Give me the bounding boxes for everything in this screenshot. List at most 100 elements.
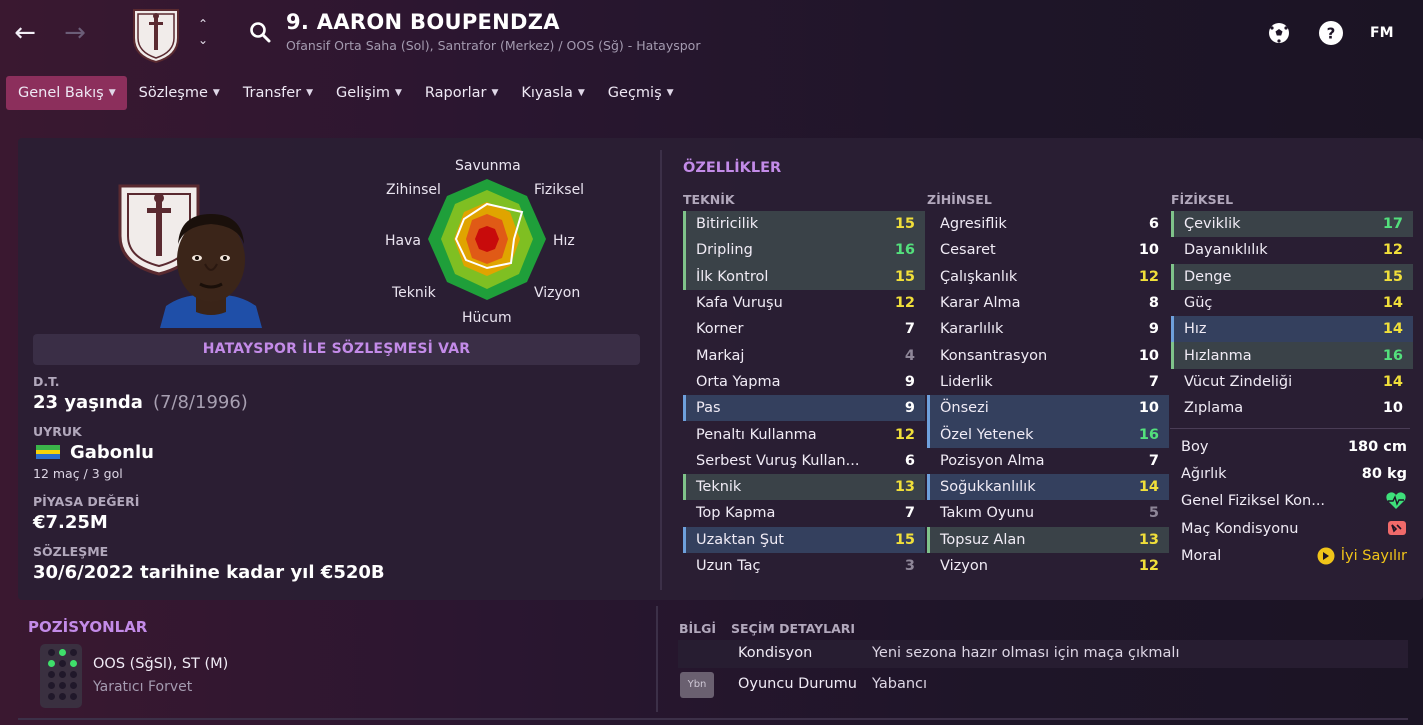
tab-transfer[interactable]: Transfer ▼ [231, 76, 324, 110]
attribute-value: 9 [904, 400, 915, 417]
help-icon[interactable]: ? [1318, 20, 1344, 46]
pitch-position-dot [59, 682, 66, 689]
foreign-badge: Ybn [680, 672, 714, 698]
morale-arrow-icon [1317, 547, 1335, 565]
attribute-name: Agresiflik [940, 216, 1007, 233]
football-icon[interactable] [1266, 20, 1292, 46]
player-name: 9. AARON BOUPENDZA [286, 10, 560, 34]
attribute-row[interactable]: Konsantrasyon 10 [927, 342, 1169, 368]
attribute-value: 4 [904, 347, 915, 364]
search-icon[interactable] [248, 20, 272, 44]
attribute-name: Hızlanma [1184, 347, 1252, 364]
attribute-value: 12 [894, 295, 915, 312]
heart-fitness-icon[interactable] [1385, 491, 1407, 511]
attribute-row[interactable]: Bitiricilik 15 [683, 211, 925, 238]
tab-compare[interactable]: Kıyasla ▼ [509, 76, 595, 110]
fitness-row: Genel Fiziksel Kon... [1171, 488, 1407, 514]
forward-arrow-icon[interactable]: → [60, 18, 90, 48]
attribute-row[interactable]: Orta Yapma 9 [683, 369, 925, 395]
attribute-value: 16 [1138, 426, 1159, 443]
attribute-value: 16 [894, 242, 915, 259]
attribute-row[interactable]: Hızlanma 16 [1171, 342, 1413, 369]
attribute-row[interactable]: Özel Yetenek 16 [927, 421, 1169, 448]
club-crest-icon[interactable] [128, 4, 184, 64]
tab-contract[interactable]: Sözleşme ▼ [127, 76, 231, 110]
attribute-row[interactable]: İlk Kontrol 15 [683, 263, 925, 290]
attribute-row[interactable]: Korner 7 [683, 316, 925, 342]
tab-history[interactable]: Geçmiş ▼ [596, 76, 685, 110]
attribute-value: 14 [1382, 321, 1403, 338]
physical-header: FİZİKSEL [1171, 192, 1234, 207]
attribute-row[interactable]: Güç 14 [1171, 290, 1413, 316]
pitch-position-dot [48, 693, 55, 700]
attribute-value: 10 [1138, 400, 1159, 417]
attribute-name: Konsantrasyon [940, 347, 1048, 364]
back-arrow-icon[interactable]: ← [10, 18, 40, 48]
chevron-down-icon: ▼ [666, 88, 674, 98]
position-pitch-diagram [40, 644, 82, 708]
attribute-row[interactable]: Markaj 4 [683, 342, 925, 368]
attribute-row[interactable]: Denge 15 [1171, 263, 1413, 290]
attribute-value: 13 [894, 479, 915, 496]
tab-overview[interactable]: Genel Bakış ▼ [6, 76, 127, 110]
attribute-value: 15 [894, 268, 915, 285]
positions-main: OOS (SğSl), ST (M) [93, 656, 229, 672]
pitch-position-dot [70, 682, 77, 689]
attribute-row[interactable]: Pozisyon Alma 7 [927, 448, 1169, 474]
attribute-row[interactable]: Vücut Zindeliği 14 [1171, 369, 1413, 395]
pitch-position-dot [48, 671, 55, 678]
age-value: 23 yaşında (7/8/1996) [33, 392, 248, 413]
physical-divider [1170, 428, 1410, 429]
attribute-value: 14 [1138, 479, 1159, 496]
tab-development[interactable]: Gelişim ▼ [324, 76, 413, 110]
attribute-row[interactable]: Top Kapma 7 [683, 500, 925, 526]
dob-label: D.T. [33, 374, 60, 389]
attribute-row[interactable]: Liderlik 7 [927, 369, 1169, 395]
mental-attributes: Agresiflik 6 Cesaret 10 Çalışkanlık 12 Karar A… [927, 211, 1169, 579]
attribute-row[interactable]: Pas 9 [683, 395, 925, 422]
attribute-row[interactable]: Çalışkanlık 12 [927, 264, 1169, 290]
attribute-value: 15 [894, 531, 915, 548]
attribute-row[interactable]: Cesaret 10 [927, 237, 1169, 263]
attribute-row[interactable]: Takım Oyunu 5 [927, 500, 1169, 526]
attribute-row[interactable]: Serbest Vuruş Kullan... 6 [683, 448, 925, 474]
attribute-row[interactable]: Agresiflik 6 [927, 211, 1169, 237]
match-sharpness-icon[interactable] [1387, 520, 1407, 538]
attribute-value: 12 [894, 426, 915, 443]
technical-attributes: Bitiricilik 15 Dripling 16 İlk Kontrol 15 Kafa… [683, 211, 925, 579]
attribute-name: Takım Oyunu [940, 505, 1035, 522]
attribute-row[interactable]: Teknik 13 [683, 473, 925, 501]
attribute-row[interactable]: Çeviklik 17 [1171, 211, 1413, 238]
pitch-position-dot [70, 671, 77, 678]
attribute-name: Çalışkanlık [940, 268, 1018, 285]
attribute-row[interactable]: Penaltı Kullanma 12 [683, 421, 925, 447]
attribute-row[interactable]: Zıplama 10 [1171, 395, 1413, 421]
player-switch-arrows[interactable]: ⌃ ⌄ [194, 16, 212, 48]
dob-value: (7/8/1996) [152, 392, 248, 413]
attribute-row[interactable]: Kafa Vuruşu 12 [683, 290, 925, 316]
attribute-row[interactable]: Vizyon 12 [927, 553, 1169, 579]
attribute-name: Cesaret [940, 242, 996, 259]
chevron-down-icon: ▼ [212, 88, 220, 98]
attribute-row[interactable]: Hız 14 [1171, 316, 1413, 343]
attribute-row[interactable]: Dayanıklılık 12 [1171, 237, 1413, 263]
attribute-row[interactable]: Dripling 16 [683, 237, 925, 264]
attribute-name: Vücut Zindeliği [1184, 373, 1293, 390]
attribute-name: Önsezi [940, 400, 989, 417]
attribute-row[interactable]: Kararlılık 9 [927, 316, 1169, 342]
attribute-row[interactable]: Soğukkanlılık 14 [927, 473, 1169, 501]
tab-reports[interactable]: Raporlar ▼ [413, 76, 509, 110]
market-value-label: PİYASA DEĞERİ [33, 494, 140, 509]
attribute-name: Bitiricilik [696, 216, 759, 233]
attribute-name: Teknik [696, 479, 742, 496]
radar-label-defending: Savunma [455, 158, 521, 174]
pitch-position-dot [59, 671, 66, 678]
attribute-row[interactable]: Uzaktan Şut 15 [683, 526, 925, 553]
fm-logo-icon[interactable]: FM [1370, 20, 1396, 46]
attribute-value: 3 [904, 558, 915, 574]
attribute-row[interactable]: Karar Alma 8 [927, 290, 1169, 316]
attribute-row[interactable]: Topsuz Alan 13 [927, 526, 1169, 553]
attribute-row[interactable]: Uzun Taç 3 [683, 553, 925, 579]
attribute-name: Uzaktan Şut [696, 531, 784, 548]
attribute-row[interactable]: Önsezi 10 [927, 395, 1169, 422]
